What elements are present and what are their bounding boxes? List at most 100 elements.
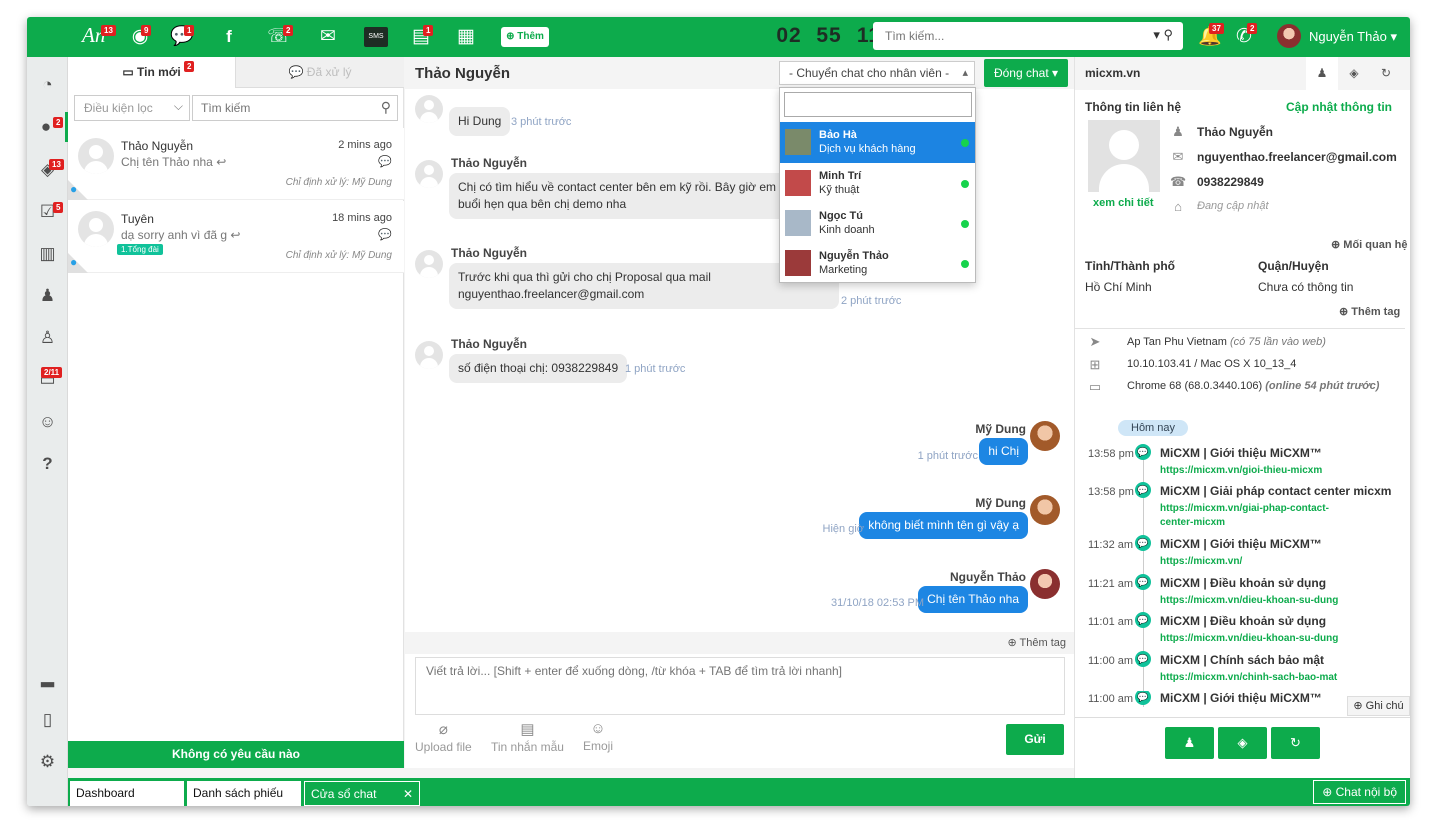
history-url[interactable]: https://micxm.vn/chinh-sach-bao-mat	[1160, 671, 1360, 685]
calendar-icon[interactable]: ▦	[453, 25, 479, 49]
tab-new[interactable]: ▭ Tin mới	[68, 57, 236, 88]
tab-ticket-list[interactable]: Danh sách phiếu	[187, 781, 301, 806]
view-detail-link[interactable]: xem chi tiết	[1093, 197, 1154, 209]
global-search-input[interactable]	[873, 22, 1143, 50]
conversation-preview: dạ sorry anh vì đã g ↩	[121, 228, 241, 242]
global-search: ▾ ⚲	[873, 22, 1183, 50]
user-icon[interactable]: ♙	[27, 323, 68, 353]
sender-name: Mỹ Dung	[975, 496, 1026, 510]
conversation-item[interactable]: Thảo Nguyễn 2 mins ago Chị tên Thảo nha …	[68, 128, 404, 200]
close-icon[interactable]: ✕	[403, 782, 413, 806]
conversation-panel: ▭ Tin mới 2 💬 Đã xử lý Điều kiện lọc ⚲ T…	[68, 57, 404, 768]
history-icon: 💬	[1135, 482, 1151, 498]
add-tag-button[interactable]: ⊕ Thêm tag	[1339, 305, 1400, 318]
update-info-link[interactable]: Cập nhật thông tin	[1286, 100, 1392, 114]
bottom-bar: Dashboard Danh sách phiếu Cửa sổ chat ✕ ⊕…	[68, 778, 1410, 806]
chrome-badge: 9	[141, 25, 152, 36]
reply-input[interactable]	[416, 658, 1064, 714]
tab-chat-window[interactable]: Cửa sổ chat ✕	[304, 781, 420, 806]
note-badge: 1	[423, 25, 434, 36]
signal-icon[interactable]: ▂	[27, 663, 68, 693]
tab-dashboard[interactable]: Dashboard	[70, 781, 184, 806]
dropdown-search-input[interactable]	[784, 92, 972, 117]
sender-name: Mỹ Dung	[975, 422, 1026, 436]
info-header: micxm.vn ♟ ◈ ↻	[1075, 57, 1410, 90]
monitor-icon: ▭	[1088, 379, 1102, 394]
group-icon[interactable]: ♟	[27, 281, 68, 311]
contact-title: Thông tin liên hệ	[1085, 100, 1181, 114]
avatar	[415, 250, 443, 278]
search-icon[interactable]: ⚲	[381, 99, 391, 116]
settings-icon[interactable]: ⚙	[27, 747, 68, 777]
upload-file-button[interactable]: ⌀ Upload file	[415, 720, 472, 754]
note-button[interactable]: ⊕ Ghi chú	[1347, 696, 1410, 716]
sender-name: Thảo Nguyễn	[451, 156, 528, 170]
chat-header: Thảo Nguyễn - Chuyển chat cho nhân viên …	[405, 57, 1074, 89]
visitor-ip: 10.10.103.41 / Mac OS X 10_13_4	[1127, 358, 1297, 370]
history-url[interactable]: https://micxm.vn/dieu-khoan-su-dung	[1160, 594, 1360, 608]
agent-option[interactable]: Nguyễn Thảo Marketing	[780, 243, 975, 284]
sender-name: Thảo Nguyễn	[451, 246, 528, 260]
history-url[interactable]: https://micxm.vn/	[1160, 555, 1360, 569]
envelope-icon: ✉	[1172, 149, 1184, 164]
history-url[interactable]: https://micxm.vn/dieu-khoan-su-dung	[1160, 632, 1360, 646]
close-chat-button[interactable]: Đóng chat ▾	[984, 59, 1068, 87]
location-icon: ➤	[1089, 334, 1101, 349]
home-icon: ⌂	[1174, 199, 1182, 214]
conversation-search-input[interactable]	[193, 96, 373, 120]
mail-icon[interactable]: ✉	[315, 25, 341, 49]
agent-option[interactable]: Ngọc Tú Kinh doanh	[780, 203, 975, 244]
agent-option[interactable]: Bảo Hà Dịch vụ khách hàng	[780, 122, 975, 163]
message-bubble: Hi Dung	[449, 107, 511, 136]
online-dot	[961, 260, 969, 268]
emoji-button[interactable]: ☺ Emoji	[583, 720, 613, 753]
chat-nav-badge: 2	[53, 117, 64, 128]
sms-icon[interactable]: SMS	[364, 27, 388, 47]
relation-button[interactable]: ⊕ Mối quan hệ	[1331, 238, 1407, 251]
filter-select[interactable]: Điều kiện lọc	[74, 94, 190, 121]
template-button[interactable]: ▤ Tin nhắn mẫu	[491, 720, 564, 754]
tab-ticket[interactable]: ◈	[1338, 57, 1370, 90]
contact-phone: 0938229849	[1197, 175, 1264, 189]
add-button[interactable]: ⊕ Thêm	[501, 27, 549, 47]
send-button[interactable]: Gửi	[1006, 724, 1064, 755]
avatar	[78, 211, 114, 247]
ticket-button[interactable]: ◈	[1218, 727, 1267, 759]
refresh-button[interactable]: ↻	[1271, 727, 1320, 759]
history-url[interactable]: https://micxm.vn/giai-phap-contact-cente…	[1160, 502, 1340, 530]
add-tag-button[interactable]: ⊕ Thêm tag	[1007, 637, 1066, 649]
agent-option[interactable]: Minh Trí Kỹ thuật	[780, 163, 975, 204]
messenger-icon: ●	[70, 255, 78, 269]
bar-chart-icon[interactable]: ▯	[27, 705, 68, 735]
transfer-select[interactable]: - Chuyển chat cho nhân viên -	[779, 61, 975, 85]
today-badge: Hôm nay	[1118, 420, 1189, 436]
contact-button[interactable]: ♟	[1165, 727, 1214, 759]
internal-chat-button[interactable]: ⊕ Chat nội bộ	[1313, 780, 1406, 804]
info-panel: micxm.vn ♟ ◈ ↻ Thông tin liên hệ Cập nhậ…	[1074, 57, 1410, 806]
smile-icon[interactable]: ☺	[27, 407, 68, 437]
conversation-time: 18 mins ago	[332, 212, 392, 224]
news-icon[interactable]: ▥	[27, 239, 68, 269]
history-icon: 💬	[1135, 444, 1151, 460]
chat-title: Thảo Nguyễn	[415, 65, 511, 82]
tab-contact[interactable]: ♟	[1306, 57, 1338, 90]
paperclip-icon: ⌀	[438, 721, 448, 738]
facebook-icon[interactable]: f	[216, 25, 242, 49]
tab-refresh[interactable]: ↻	[1370, 57, 1402, 90]
tab-done[interactable]: 💬 Đã xử lý	[236, 57, 404, 88]
history-icon: 💬	[1135, 574, 1151, 590]
online-dot	[961, 180, 969, 188]
chat-tag-bar: ⊕ Thêm tag	[405, 632, 1074, 654]
visitor-browser: Chrome 68 (68.0.3440.106) (online 54 phú…	[1127, 380, 1380, 392]
help-icon[interactable]: ?	[27, 449, 68, 479]
message-time: 2 phút trước	[841, 295, 902, 307]
top-bar: An 13 ◉ 9 💬 1 f ☏ 2 ✉ SMS ▤ 1 ▦ ⊕ Thêm 0…	[27, 17, 1410, 57]
contact-email: nguyenthao.freelancer@gmail.com	[1197, 150, 1397, 164]
message-bubble: Chị có tìm hiểu về contact center bên em…	[449, 173, 808, 219]
dashboard-icon[interactable]: ◔	[27, 70, 68, 100]
conversation-item[interactable]: Tuyên 18 mins ago dạ sorry anh vì đã g ↩…	[68, 201, 404, 273]
history-url[interactable]: https://micxm.vn/gioi-thieu-micxm	[1160, 464, 1360, 478]
refresh-icon: ↻	[1290, 735, 1301, 750]
chat-badge: 1	[184, 25, 195, 36]
search-icon[interactable]: ▾ ⚲	[1153, 27, 1173, 43]
